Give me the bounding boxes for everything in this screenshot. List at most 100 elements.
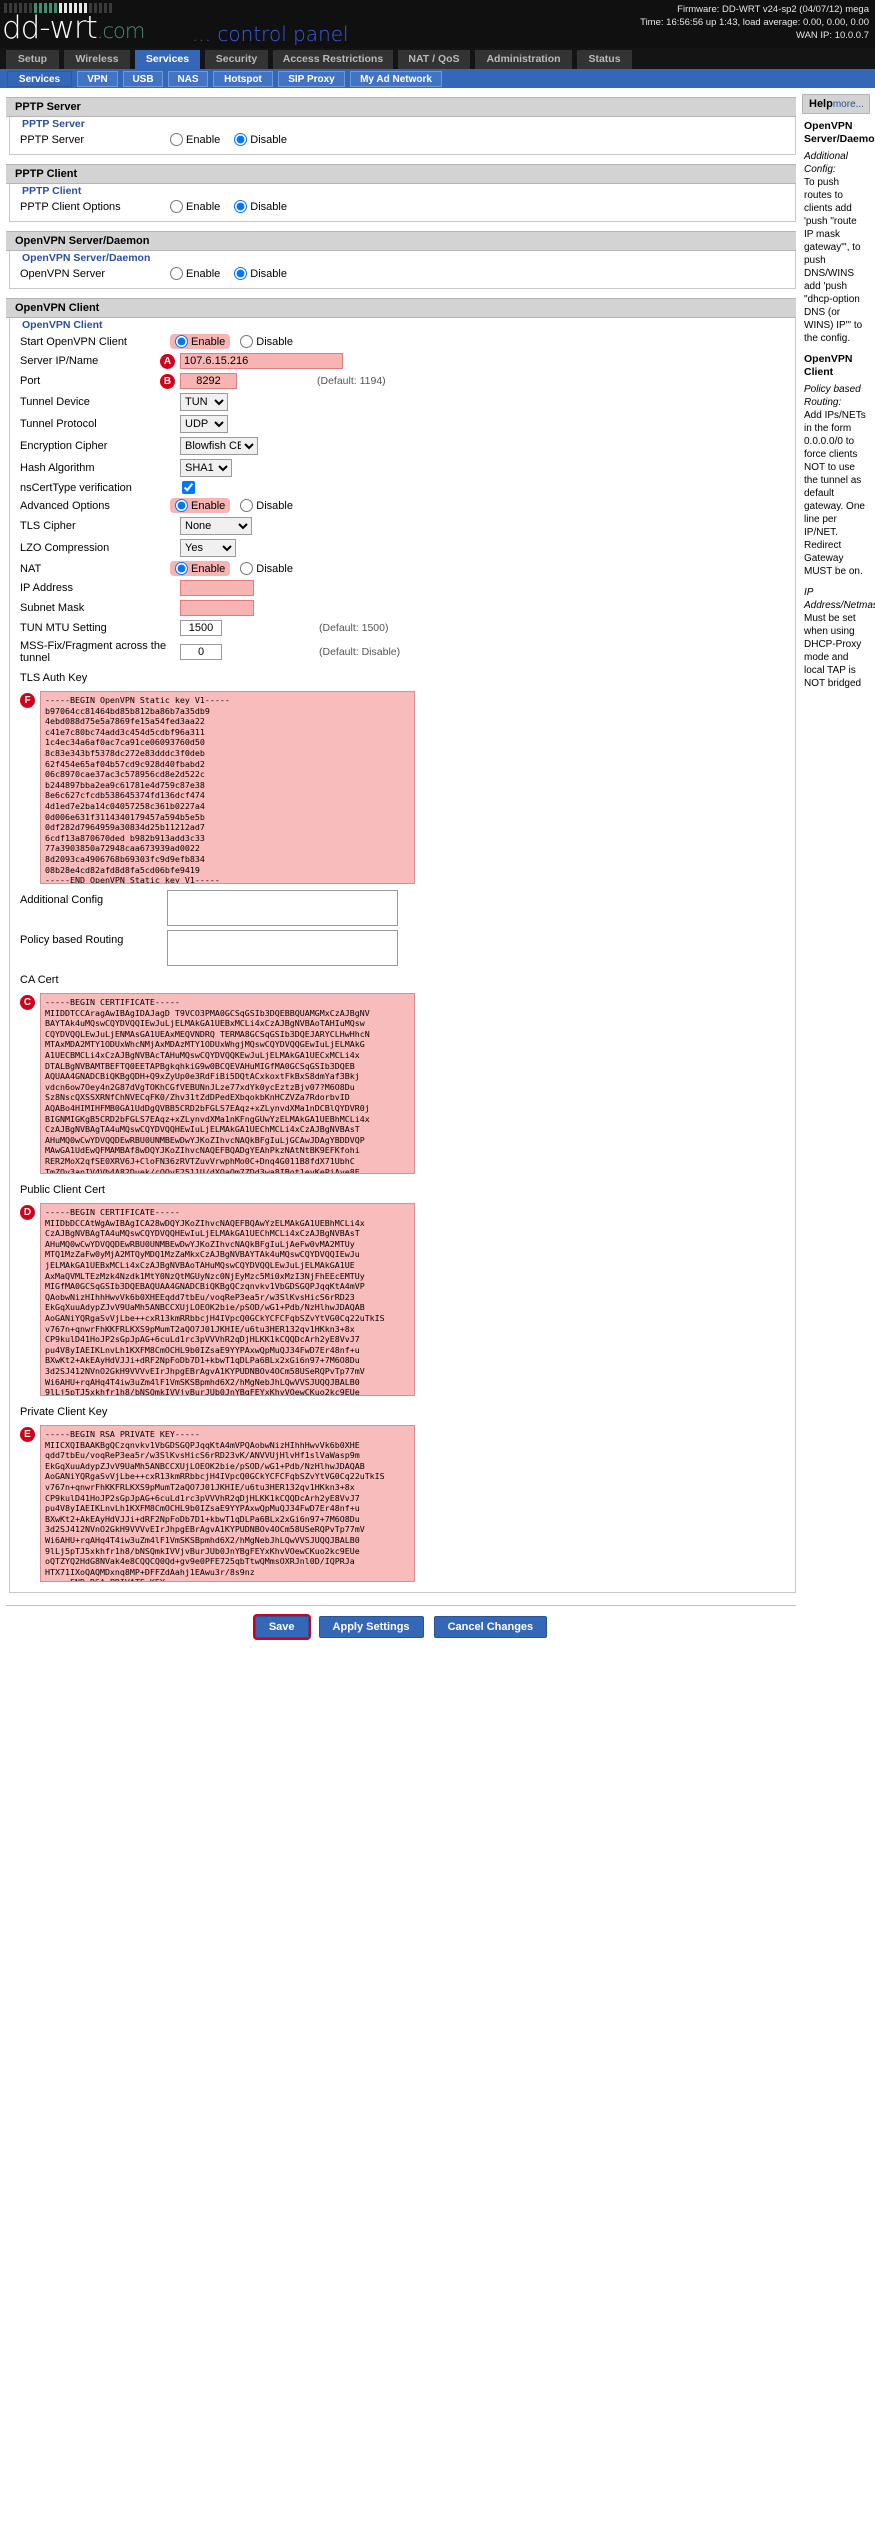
radio-input-nat-enable[interactable] (175, 562, 188, 575)
row-nat: NAT Enable Disable (10, 559, 795, 578)
radio-input-start-openvpn-disable[interactable] (240, 335, 254, 348)
tunnel-device-select[interactable]: TUN (180, 393, 228, 411)
radio-input-pptp-client-disable[interactable] (234, 200, 248, 213)
label-pptp-server-enable: Enable (186, 133, 221, 146)
radio-input-pptp-server-disable[interactable] (234, 133, 248, 146)
sub-tab-my-ad-network[interactable]: My Ad Network (350, 71, 442, 87)
label-tunnel-protocol: Tunnel Protocol (20, 418, 97, 430)
control-panel-tagline: ... control panel (192, 22, 349, 46)
row-start-openvpn-client: Start OpenVPN Client Enable Disable (10, 332, 795, 351)
help-more-link[interactable]: more... (833, 99, 864, 110)
apply-settings-button[interactable]: Apply Settings (318, 1616, 424, 1638)
radio-pptp-server-disable[interactable]: Disable (234, 133, 287, 146)
main-tab-wireless[interactable]: Wireless (64, 50, 130, 69)
label-tunnel-device: Tunnel Device (20, 396, 90, 408)
radio-advanced-disable[interactable]: Disable (240, 499, 293, 512)
server-ip-input[interactable] (180, 353, 343, 369)
radio-input-nat-disable[interactable] (240, 562, 254, 575)
row-nscerttype: nsCertType verification (10, 479, 795, 496)
annotation-badge-c: C (20, 995, 35, 1010)
row-advanced-options: Advanced Options Enable Disable (10, 496, 795, 515)
label-openvpn-server-enable: Enable (186, 267, 221, 280)
subnet-mask-input[interactable] (180, 600, 254, 616)
main-tab-access-restrictions[interactable]: Access Restrictions (273, 50, 393, 69)
radio-advanced-enable[interactable]: Enable (175, 499, 225, 512)
tls-cipher-select[interactable]: None (180, 517, 252, 535)
cancel-changes-button[interactable]: Cancel Changes (433, 1616, 548, 1638)
radio-pptp-server-enable[interactable]: Enable (170, 133, 220, 146)
label-nat-disable: Disable (256, 562, 293, 575)
radio-nat-enable[interactable]: Enable (175, 562, 225, 575)
field-ca-cert: C -----BEGIN CERTIFICATE----- MIIDDTCCAr… (10, 989, 795, 1178)
label-nscerttype: nsCertType verification (20, 481, 132, 494)
label-server-ip: Server IP/Name (20, 355, 99, 367)
port-input[interactable] (180, 373, 237, 389)
section-bar-pptp-client: PPTP Client (6, 164, 796, 184)
radio-start-openvpn-enable[interactable]: Enable (175, 335, 225, 348)
main-tab-security[interactable]: Security (205, 50, 268, 69)
row-server-ip: Server IP/Name A (10, 351, 795, 371)
private-client-key-textarea[interactable]: -----BEGIN RSA PRIVATE KEY----- MIICXQIB… (40, 1425, 415, 1582)
radio-input-openvpn-server-enable[interactable] (170, 267, 183, 280)
main-tab-administration[interactable]: Administration (475, 50, 572, 69)
annotation-badge-f: F (20, 693, 35, 708)
label-port: Port (20, 375, 41, 387)
annotation-badge-a: A (160, 353, 175, 369)
radio-pptp-client-disable[interactable]: Disable (234, 200, 287, 213)
help-heading-openvpn-client: OpenVPN Client (804, 353, 853, 378)
label-subnet-mask: Subnet Mask (20, 602, 85, 614)
policy-routing-textarea[interactable] (167, 930, 398, 966)
encryption-cipher-select[interactable]: Blowfish CBC (180, 437, 258, 455)
radio-input-openvpn-server-disable[interactable] (234, 267, 248, 280)
label-pptp-server-disable: Disable (250, 133, 287, 146)
radio-openvpn-server-disable[interactable]: Disable (234, 267, 287, 280)
main-tab-setup[interactable]: Setup (6, 50, 59, 69)
ip-address-input[interactable] (180, 580, 254, 596)
hash-algorithm-select[interactable]: SHA1 (180, 459, 232, 477)
row-ip-address: IP Address (10, 578, 795, 598)
highlight-nat-enable: Enable (170, 561, 231, 576)
radio-start-openvpn-disable[interactable]: Disable (240, 335, 293, 348)
sub-tab-services[interactable]: Services (7, 71, 72, 87)
label-advanced-enable: Enable (191, 499, 226, 512)
lzo-compression-select[interactable]: Yes (180, 539, 236, 557)
tls-auth-key-textarea[interactable]: -----BEGIN OpenVPN Static key V1----- b9… (40, 691, 415, 884)
section-bar-pptp-server: PPTP Server (6, 97, 796, 117)
mss-fix-input[interactable] (180, 644, 222, 660)
sub-tab-usb[interactable]: USB (123, 71, 163, 87)
help-paragraph-additional-config: Additional Config: To push routes to cli… (804, 150, 866, 345)
radio-input-pptp-client-enable[interactable] (170, 200, 183, 213)
radio-input-advanced-disable[interactable] (240, 499, 254, 512)
sub-tab-nas[interactable]: NAS (168, 71, 208, 87)
row-openvpn-server: OpenVPN Server Enable Disable (10, 265, 795, 282)
radio-input-advanced-enable[interactable] (175, 499, 188, 512)
radio-nat-disable[interactable]: Disable (240, 562, 293, 575)
main-tab-status[interactable]: Status (577, 50, 632, 69)
firmware-info: Firmware: DD-WRT v24-sp2 (04/07/12) mega (677, 4, 869, 15)
radio-input-start-openvpn-enable[interactable] (175, 335, 188, 348)
label-encryption-cipher: Encryption Cipher (20, 440, 108, 452)
row-additional-config: Additional Config (10, 888, 795, 928)
tun-mtu-input[interactable] (180, 620, 222, 636)
sub-tab-hotspot[interactable]: Hotspot (213, 71, 273, 87)
help-paragraph-ip-netmask: IP Address/Netmask: Must be set when usi… (804, 586, 875, 690)
sub-tab-vpn[interactable]: VPN (77, 71, 118, 87)
main-tab-bar: Setup Wireless Services Security Access Rest… (0, 48, 875, 69)
ca-cert-textarea[interactable]: -----BEGIN CERTIFICATE----- MIIDDTCCArag… (40, 993, 415, 1174)
row-mss-fix: MSS-Fix/Fragment across the tunnel (Defa… (10, 638, 795, 666)
legend-pptp-client: PPTP Client (18, 185, 86, 197)
radio-input-pptp-server-enable[interactable] (170, 133, 183, 146)
wan-ip-info: WAN IP: 10.0.0.7 (795, 30, 869, 41)
main-tab-services[interactable]: Services (135, 50, 200, 69)
main-tab-nat-qos[interactable]: NAT / QoS (398, 50, 470, 69)
radio-pptp-client-enable[interactable]: Enable (170, 200, 220, 213)
public-client-cert-textarea[interactable]: -----BEGIN CERTIFICATE----- MIIDbDCCAtWg… (40, 1203, 415, 1396)
nscerttype-checkbox[interactable] (182, 481, 195, 494)
row-tunnel-device: Tunnel Device TUN (10, 391, 795, 413)
radio-openvpn-server-enable[interactable]: Enable (170, 267, 220, 280)
tunnel-protocol-select[interactable]: UDP (180, 415, 228, 433)
save-button[interactable]: Save (254, 1616, 309, 1638)
additional-config-textarea[interactable] (167, 890, 398, 926)
help-heading-openvpn-server: OpenVPN Server/Daemon (804, 120, 875, 145)
sub-tab-sip-proxy[interactable]: SIP Proxy (278, 71, 345, 87)
